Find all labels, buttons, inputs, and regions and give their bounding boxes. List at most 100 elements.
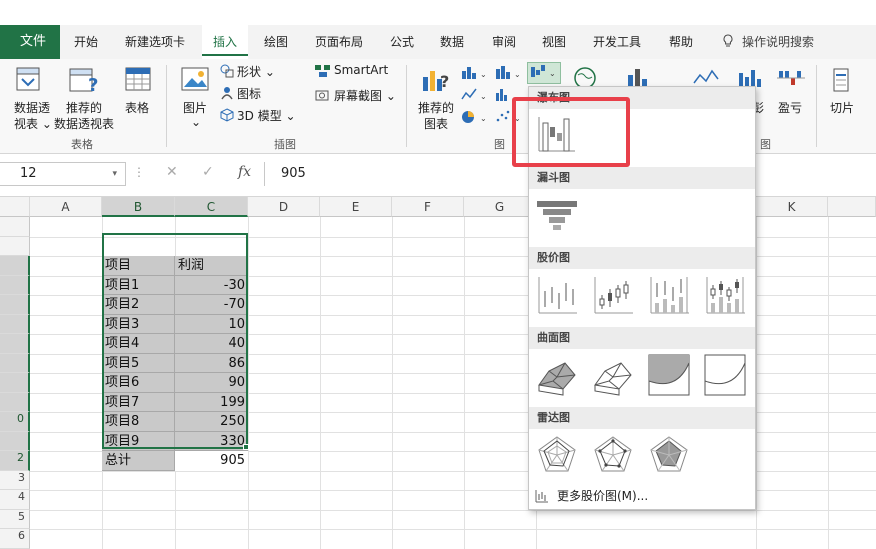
line-chart-icon[interactable]: ⌄ (461, 87, 489, 103)
table-label-cell[interactable]: 项目9 (102, 431, 175, 451)
sparkline-winloss-label[interactable]: 盈亏 (778, 99, 802, 116)
radar-filled-option[interactable] (647, 433, 691, 477)
pivot-table-label-1[interactable]: 数据透 (14, 99, 50, 116)
hierarchy-chart-icon[interactable]: ⌄ (495, 65, 523, 81)
stock-ohlc-option[interactable] (591, 273, 635, 317)
tab-insert[interactable]: 插入 (202, 25, 248, 59)
waterfall-chart-option[interactable] (535, 113, 579, 157)
column-header-e[interactable]: E (320, 197, 392, 217)
row-header[interactable] (0, 295, 30, 315)
table-value-cell[interactable]: 86 (175, 353, 248, 373)
insert-function-icon[interactable]: fx (238, 164, 251, 180)
tab-draw[interactable]: 绘图 (264, 25, 288, 59)
tab-formulas[interactable]: 公式 (390, 25, 414, 59)
recommended-pivot-label-1[interactable]: 推荐的 (66, 99, 102, 116)
pivot-table-label-2[interactable]: 视表 ⌄ (14, 115, 52, 132)
tell-me-search[interactable]: 操作说明搜索 (722, 25, 814, 59)
surface-wireframe-3d-option[interactable] (591, 353, 635, 397)
column-header-k[interactable]: K (756, 197, 828, 217)
column-header-d[interactable]: D (248, 197, 320, 217)
select-all-corner[interactable] (0, 197, 30, 217)
recommended-pivot-label-2[interactable]: 数据透视表 (54, 115, 114, 132)
table-label-cell[interactable]: 项目6 (102, 373, 175, 393)
table-value-cell[interactable]: 905 (175, 451, 248, 471)
row-header[interactable]: 3 (0, 470, 30, 490)
stock-vhlc-option[interactable] (647, 273, 691, 317)
row-header[interactable] (0, 217, 30, 237)
row-header[interactable] (0, 314, 30, 334)
pie-chart-icon[interactable]: ⌄ (461, 109, 489, 125)
stock-vohlc-option[interactable] (703, 273, 747, 317)
row-header[interactable] (0, 373, 30, 393)
recommended-charts-label-1[interactable]: 推荐的 (418, 99, 454, 116)
table-label-cell[interactable]: 项目8 (102, 412, 175, 432)
table-value-cell[interactable]: 10 (175, 314, 248, 334)
row-header[interactable] (0, 275, 30, 295)
icons-button-label[interactable]: 图标 (237, 85, 261, 102)
row-header[interactable] (0, 256, 30, 276)
table-label-cell[interactable]: 项目2 (102, 295, 175, 315)
table-label-cell[interactable]: 项目5 (102, 353, 175, 373)
row-header[interactable]: 2 (0, 451, 30, 471)
table-value-cell[interactable]: -70 (175, 295, 248, 315)
row-header[interactable] (0, 392, 30, 412)
row-header[interactable] (0, 236, 30, 256)
statistic-chart-icon[interactable]: ⌄ (495, 87, 523, 103)
scatter-chart-icon[interactable]: ⌄ (495, 109, 523, 125)
smartart-button-label[interactable]: SmartArt (334, 63, 388, 77)
table-value-cell[interactable]: 40 (175, 334, 248, 354)
column-header-b[interactable]: B (102, 197, 175, 217)
more-stock-charts-link[interactable]: 更多股价图(M)... (535, 487, 648, 504)
table-label-cell[interactable]: 项目7 (102, 392, 175, 412)
table-label-cell[interactable]: 项目3 (102, 314, 175, 334)
table-value-cell[interactable]: 199 (175, 392, 248, 412)
column-header-g[interactable]: G (464, 197, 536, 217)
tab-page-layout[interactable]: 页面布局 (315, 25, 363, 59)
tab-review[interactable]: 审阅 (492, 25, 516, 59)
3d-models-button-label[interactable]: 3D 模型 ⌄ (237, 107, 296, 124)
tab-file[interactable]: 文件 (0, 25, 60, 59)
cancel-icon[interactable]: ✕ (166, 164, 178, 180)
name-box-dropdown-icon[interactable]: ▾ (112, 163, 117, 185)
shapes-button-label[interactable]: 形状 ⌄ (237, 63, 275, 80)
table-value-cell[interactable]: -30 (175, 275, 248, 295)
surface-contour-wireframe-option[interactable] (703, 353, 747, 397)
column-chart-icon[interactable]: ⌄ (461, 65, 489, 81)
column-header-c[interactable]: C (175, 197, 248, 217)
table-label-cell[interactable]: 项目1 (102, 275, 175, 295)
row-header[interactable]: 6 (0, 529, 30, 549)
table-label-cell[interactable]: 总计 (102, 451, 175, 471)
tab-view[interactable]: 视图 (542, 25, 566, 59)
row-header[interactable] (0, 334, 30, 354)
tab-new-tab[interactable]: 新建选项卡 (125, 25, 185, 59)
funnel-chart-option[interactable] (535, 193, 579, 237)
column-header-a[interactable]: A (30, 197, 102, 217)
recommended-charts-label-2[interactable]: 图表 (424, 115, 448, 132)
surface-contour-option[interactable] (647, 353, 691, 397)
row-header[interactable]: 0 (0, 412, 30, 432)
tab-help[interactable]: 帮助 (669, 25, 693, 59)
stock-hlc-option[interactable] (535, 273, 579, 317)
table-label-cell[interactable]: 项目4 (102, 334, 175, 354)
radar-option[interactable] (535, 433, 579, 477)
name-box[interactable]: 12 ▾ (0, 162, 126, 186)
table-button-label[interactable]: 表格 (125, 99, 149, 116)
tab-developer[interactable]: 开发工具 (593, 25, 641, 59)
enter-icon[interactable]: ✓ (202, 164, 214, 180)
table-value-cell[interactable]: 330 (175, 431, 248, 451)
column-header-l[interactable] (828, 197, 876, 217)
column-header-f[interactable]: F (392, 197, 464, 217)
waterfall-chart-button[interactable]: ⌄ (527, 62, 561, 84)
screenshot-button-label[interactable]: 屏幕截图 ⌄ (334, 87, 396, 104)
row-header[interactable] (0, 353, 30, 373)
table-value-cell[interactable]: 90 (175, 373, 248, 393)
row-header[interactable]: 4 (0, 490, 30, 510)
picture-dropdown-arrow[interactable]: ⌄ (191, 115, 201, 129)
slicer-partial-label[interactable]: 切片 (830, 99, 854, 116)
radar-markers-option[interactable] (591, 433, 635, 477)
surface-3d-option[interactable] (535, 353, 579, 397)
row-header[interactable] (0, 431, 30, 451)
table-value-cell[interactable]: 250 (175, 412, 248, 432)
row-header[interactable]: 5 (0, 509, 30, 529)
picture-button-label[interactable]: 图片 (183, 99, 207, 116)
